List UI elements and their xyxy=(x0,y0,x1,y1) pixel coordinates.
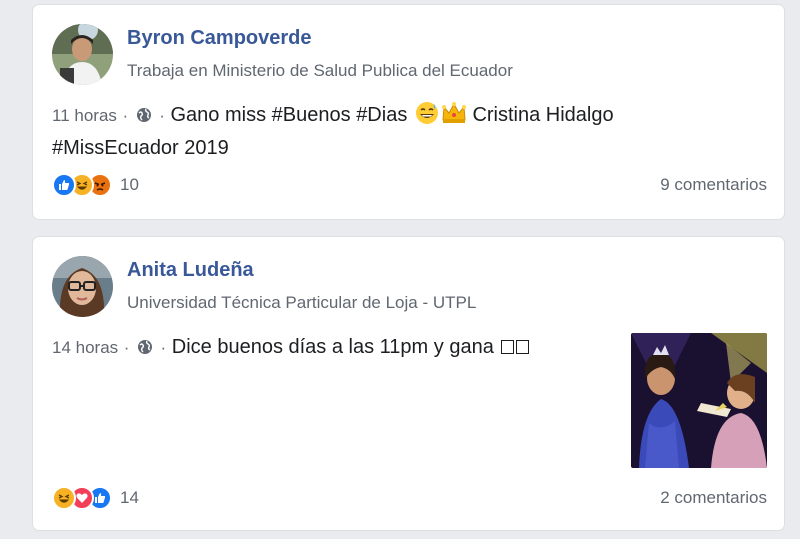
author-subtitle: Trabaja en Ministerio de Salud Publica d… xyxy=(127,61,513,80)
missing-glyph-icon xyxy=(501,340,515,354)
separator: · xyxy=(122,106,129,125)
like-icon xyxy=(52,173,76,197)
grinning-sweat-emoji xyxy=(415,101,439,134)
comments-link[interactable]: 2 comentarios xyxy=(660,488,767,508)
author-subtitle: Universidad Técnica Particular de Loja -… xyxy=(127,293,477,312)
post-photo[interactable] xyxy=(631,333,767,468)
author-name[interactable]: Byron Campoverde xyxy=(127,27,312,50)
hashtag-dias[interactable]: #Dias xyxy=(356,104,407,126)
post-body: 14 horas · · Dice buenos días a las 11pm… xyxy=(52,333,672,364)
reaction-count[interactable]: 14 xyxy=(120,488,139,508)
post-text: Gano miss xyxy=(170,104,272,126)
hashtag-buenos[interactable]: #Buenos xyxy=(272,104,351,126)
missing-glyph-icon xyxy=(516,340,530,354)
comments-link[interactable]: 9 comentarios xyxy=(660,175,767,195)
post-card-1: Byron Campoverde Trabaja en Ministerio d… xyxy=(33,5,784,219)
post-text-after: Cristina Hidalgo xyxy=(466,104,614,126)
haha-icon xyxy=(52,486,76,510)
separator: · xyxy=(160,338,167,357)
post-time[interactable]: 14 horas xyxy=(52,338,118,357)
reactions-summary[interactable]: 14 xyxy=(52,486,139,510)
post-card-2: Anita Ludeña Universidad Técnica Particu… xyxy=(33,237,784,530)
globe-icon xyxy=(137,335,153,364)
globe-icon xyxy=(136,103,152,132)
separator: · xyxy=(159,106,165,125)
avatar-byron[interactable] xyxy=(52,24,113,85)
post-body: 11 horas · · Gano miss #Buenos #Dias Cri… xyxy=(52,101,672,163)
avatar-anita[interactable] xyxy=(52,256,113,317)
separator: · xyxy=(123,338,130,357)
post-text: Dice buenos días a las 11pm y gana xyxy=(171,336,494,358)
reactions-summary[interactable]: 10 xyxy=(52,173,139,197)
reaction-count[interactable]: 10 xyxy=(120,175,139,195)
post-time[interactable]: 11 horas xyxy=(52,106,117,125)
hashtag-missecuador[interactable]: #MissEcuador 2019 xyxy=(52,137,229,159)
crown-emoji xyxy=(441,101,467,134)
author-name[interactable]: Anita Ludeña xyxy=(127,259,254,282)
